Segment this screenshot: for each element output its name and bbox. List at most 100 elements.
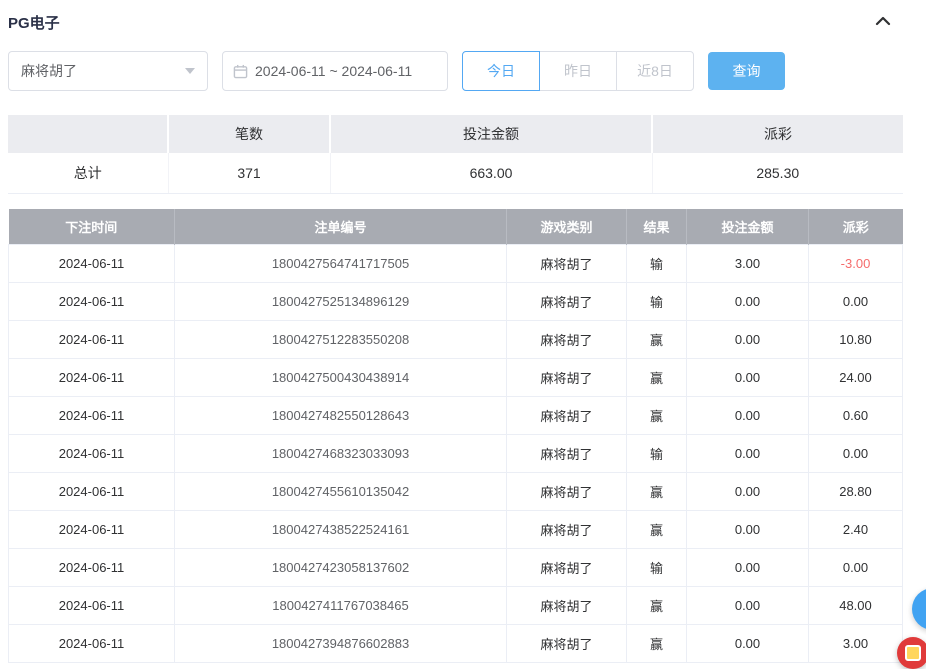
game-type-cell: 麻将胡了 bbox=[507, 435, 627, 473]
order-id-cell: 1800427512283550208 bbox=[175, 321, 507, 359]
bet-time-cell: 2024-06-11 bbox=[9, 283, 175, 321]
game-select[interactable]: 麻将胡了 bbox=[8, 51, 208, 91]
table-row: 2024-06-111800427423058137602麻将胡了输0.000.… bbox=[9, 549, 903, 587]
floating-chat-button[interactable] bbox=[912, 588, 926, 630]
game-type-cell: 麻将胡了 bbox=[507, 549, 627, 587]
yesterday-button[interactable]: 昨日 bbox=[539, 51, 617, 91]
payout-cell: 0.60 bbox=[809, 397, 903, 435]
table-row: 2024-06-111800427525134896129麻将胡了输0.000.… bbox=[9, 283, 903, 321]
bet-amount-cell: 0.00 bbox=[687, 625, 809, 663]
summary-header-payout: 派彩 bbox=[652, 115, 903, 153]
quick-date-buttons: 今日 昨日 近8日 bbox=[462, 51, 694, 91]
bet-amount-cell: 0.00 bbox=[687, 473, 809, 511]
bet-amount-cell: 0.00 bbox=[687, 435, 809, 473]
payout-cell: -3.00 bbox=[809, 245, 903, 283]
payout-cell: 0.00 bbox=[809, 549, 903, 587]
game-type-cell: 麻将胡了 bbox=[507, 321, 627, 359]
today-button[interactable]: 今日 bbox=[462, 51, 540, 91]
bet-time-cell: 2024-06-11 bbox=[9, 359, 175, 397]
table-row: 2024-06-111800427500430438914麻将胡了赢0.0024… bbox=[9, 359, 903, 397]
bet-table-header-row: 下注时间注单编号游戏类别结果投注金额派彩 bbox=[9, 209, 903, 245]
order-id-cell: 1800427525134896129 bbox=[175, 283, 507, 321]
game-type-cell: 麻将胡了 bbox=[507, 587, 627, 625]
date-range-picker[interactable]: 2024-06-11 ~ 2024-06-11 bbox=[222, 51, 448, 91]
column-header: 派彩 bbox=[809, 209, 903, 245]
game-type-cell: 麻将胡了 bbox=[507, 245, 627, 283]
result-cell: 输 bbox=[627, 435, 687, 473]
table-row: 2024-06-111800427438522524161麻将胡了赢0.002.… bbox=[9, 511, 903, 549]
summary-total-label: 总计 bbox=[8, 153, 168, 193]
bet-amount-cell: 0.00 bbox=[687, 587, 809, 625]
game-type-cell: 麻将胡了 bbox=[507, 625, 627, 663]
summary-header-count: 笔数 bbox=[168, 115, 330, 153]
order-id-cell: 1800427455610135042 bbox=[175, 473, 507, 511]
table-row: 2024-06-111800427468323033093麻将胡了输0.000.… bbox=[9, 435, 903, 473]
summary-header-empty bbox=[8, 115, 168, 153]
filter-row: 麻将胡了 2024-06-11 ~ 2024-06-11 今日 昨日 近8日 查… bbox=[0, 51, 926, 91]
bet-time-cell: 2024-06-11 bbox=[9, 511, 175, 549]
summary-total-count: 371 bbox=[168, 153, 330, 193]
order-id-cell: 1800427423058137602 bbox=[175, 549, 507, 587]
order-id-cell: 1800427411767038465 bbox=[175, 587, 507, 625]
search-button[interactable]: 查询 bbox=[708, 52, 785, 90]
result-cell: 赢 bbox=[627, 625, 687, 663]
bet-amount-cell: 0.00 bbox=[687, 511, 809, 549]
table-row: 2024-06-111800427455610135042麻将胡了赢0.0028… bbox=[9, 473, 903, 511]
bet-amount-cell: 0.00 bbox=[687, 283, 809, 321]
bet-time-cell: 2024-06-11 bbox=[9, 625, 175, 663]
result-cell: 赢 bbox=[627, 587, 687, 625]
table-row: 2024-06-111800427512283550208麻将胡了赢0.0010… bbox=[9, 321, 903, 359]
order-id-cell: 1800427500430438914 bbox=[175, 359, 507, 397]
chevron-up-icon bbox=[874, 14, 892, 33]
payout-cell: 10.80 bbox=[809, 321, 903, 359]
game-type-cell: 麻将胡了 bbox=[507, 511, 627, 549]
column-header: 注单编号 bbox=[175, 209, 507, 245]
bet-amount-cell: 0.00 bbox=[687, 321, 809, 359]
bet-time-cell: 2024-06-11 bbox=[9, 587, 175, 625]
result-cell: 输 bbox=[627, 283, 687, 321]
summary-table: 笔数 投注金额 派彩 总计 371 663.00 285.30 bbox=[8, 115, 903, 194]
last-8-days-button[interactable]: 近8日 bbox=[616, 51, 694, 91]
table-row: 2024-06-111800427564741717505麻将胡了输3.00-3… bbox=[9, 245, 903, 283]
result-cell: 赢 bbox=[627, 473, 687, 511]
collapse-panel-button[interactable] bbox=[874, 12, 916, 33]
bet-time-cell: 2024-06-11 bbox=[9, 549, 175, 587]
payout-cell: 0.00 bbox=[809, 283, 903, 321]
payout-cell: 24.00 bbox=[809, 359, 903, 397]
calendar-icon bbox=[233, 64, 248, 79]
result-cell: 赢 bbox=[627, 359, 687, 397]
column-header: 游戏类别 bbox=[507, 209, 627, 245]
column-header: 结果 bbox=[627, 209, 687, 245]
result-cell: 赢 bbox=[627, 321, 687, 359]
panel-title: PG电子 bbox=[8, 12, 60, 33]
table-row: 2024-06-111800427394876602883麻将胡了赢0.003.… bbox=[9, 625, 903, 663]
date-range-value: 2024-06-11 ~ 2024-06-11 bbox=[255, 63, 412, 79]
order-id-cell: 1800427482550128643 bbox=[175, 397, 507, 435]
order-id-cell: 1800427438522524161 bbox=[175, 511, 507, 549]
bet-time-cell: 2024-06-11 bbox=[9, 473, 175, 511]
payout-cell: 3.00 bbox=[809, 625, 903, 663]
panel-header: PG电子 bbox=[0, 0, 926, 33]
bet-amount-cell: 0.00 bbox=[687, 549, 809, 587]
result-cell: 赢 bbox=[627, 397, 687, 435]
game-type-cell: 麻将胡了 bbox=[507, 473, 627, 511]
game-type-cell: 麻将胡了 bbox=[507, 359, 627, 397]
order-id-cell: 1800427394876602883 bbox=[175, 625, 507, 663]
result-cell: 输 bbox=[627, 245, 687, 283]
result-cell: 输 bbox=[627, 549, 687, 587]
column-header: 下注时间 bbox=[9, 209, 175, 245]
bet-table: 下注时间注单编号游戏类别结果投注金额派彩 2024-06-11180042756… bbox=[8, 209, 903, 664]
payout-cell: 28.80 bbox=[809, 473, 903, 511]
summary-total-row: 总计 371 663.00 285.30 bbox=[8, 153, 903, 193]
game-type-cell: 麻将胡了 bbox=[507, 283, 627, 321]
bet-amount-cell: 0.00 bbox=[687, 397, 809, 435]
order-id-cell: 1800427564741717505 bbox=[175, 245, 507, 283]
column-header: 投注金额 bbox=[687, 209, 809, 245]
order-id-cell: 1800427468323033093 bbox=[175, 435, 507, 473]
summary-header-bet-amount: 投注金额 bbox=[330, 115, 652, 153]
floating-promo-button[interactable] bbox=[897, 637, 926, 669]
result-cell: 赢 bbox=[627, 511, 687, 549]
bet-time-cell: 2024-06-11 bbox=[9, 397, 175, 435]
bet-time-cell: 2024-06-11 bbox=[9, 435, 175, 473]
payout-cell: 2.40 bbox=[809, 511, 903, 549]
